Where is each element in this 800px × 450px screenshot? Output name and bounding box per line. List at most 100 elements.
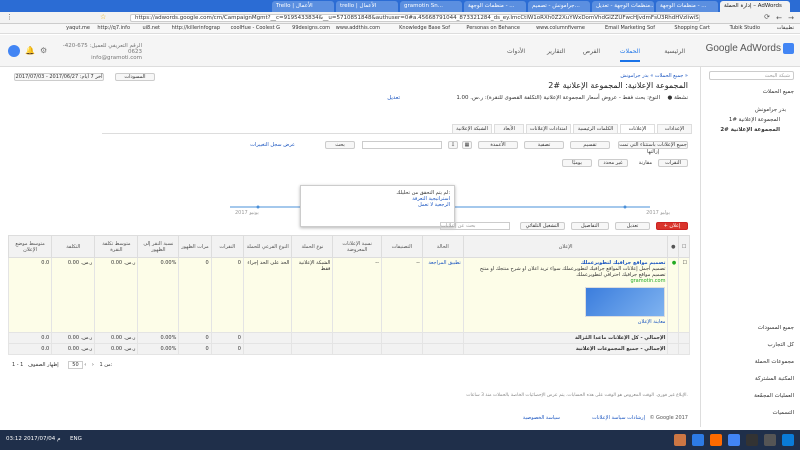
date-range-button[interactable]: آخر 7 أيام: 2017/06/27 - 2017/07/03 bbox=[14, 73, 104, 81]
back-icon[interactable]: → bbox=[788, 14, 794, 22]
bookmark[interactable]: ui8.net bbox=[142, 25, 160, 31]
browser-tab[interactable]: منظمات الوجهة - ... bbox=[464, 1, 526, 12]
account-info[interactable]: الرقم التعريفي للعميل: 675-420-0623 info… bbox=[62, 43, 142, 61]
avatar[interactable] bbox=[8, 45, 20, 57]
sidebar-item-experiments[interactable]: كل التجارب bbox=[768, 342, 794, 348]
url-field[interactable]: https://adwords.google.com/cm/CampaignMg… bbox=[130, 14, 700, 22]
ad-preview-link[interactable]: معاينة الإعلان bbox=[466, 319, 666, 325]
tab-keywords[interactable]: الكلمات الرئيسية bbox=[573, 124, 618, 134]
star-icon[interactable]: ☆ bbox=[100, 13, 106, 21]
pager-next-icon[interactable]: › bbox=[84, 362, 86, 368]
task-view-icon[interactable] bbox=[746, 434, 758, 446]
chrome-icon[interactable] bbox=[728, 434, 740, 446]
search-icon[interactable] bbox=[764, 434, 776, 446]
sidebar-item-adgroup-1[interactable]: المجموعة الإعلانية #1 bbox=[729, 117, 780, 123]
app-icon[interactable] bbox=[674, 434, 686, 446]
sidebar-item-campaign-groups[interactable]: مجموعات الحملة bbox=[755, 359, 794, 365]
column-header[interactable]: نوع الحملة bbox=[291, 235, 334, 258]
browser-tab[interactable]: إدارة الحملة – AdWords bbox=[720, 1, 790, 12]
footer-link-policy[interactable]: إرشادات سياسة الإعلانات bbox=[592, 415, 645, 421]
tab-display-network[interactable]: الشبكة الإعلانية bbox=[452, 124, 492, 134]
edit-dropdown[interactable]: تعديل bbox=[615, 222, 650, 230]
sidebar-item-adgroup-2[interactable]: المجموعة الإعلانية #2 bbox=[720, 127, 780, 133]
start-icon[interactable] bbox=[782, 434, 794, 446]
none-metric-dropdown[interactable]: غير محدد bbox=[598, 159, 628, 167]
bookmark[interactable]: coolHue - Coolest G bbox=[231, 25, 280, 31]
tab-ads[interactable]: الإعلانات bbox=[620, 124, 655, 134]
view-history-link[interactable]: عرض سجل التغييرات bbox=[250, 142, 295, 148]
nav-tools[interactable]: الأدوات bbox=[507, 48, 525, 55]
sidebar-item-all-campaigns[interactable]: جميع الحملات bbox=[763, 89, 794, 95]
nav-home[interactable]: الرئيسية bbox=[664, 48, 685, 55]
tab-dimensions[interactable]: الأبعاد bbox=[494, 124, 524, 134]
clock[interactable]: 03:12 م 2017/07/04 bbox=[6, 436, 60, 442]
browser-tab[interactable]: trello | الأعمال bbox=[336, 1, 398, 12]
bookmark[interactable]: Shopping Cart bbox=[674, 25, 710, 31]
sidebar-item-campaign[interactable]: بدر جرامونش bbox=[755, 107, 786, 113]
sidebar-search[interactable]: شبكة البحث bbox=[709, 71, 794, 80]
select-all-checkbox[interactable]: ☐ bbox=[678, 235, 690, 258]
column-header[interactable]: النوع الفرعي للحملة bbox=[242, 235, 293, 258]
gear-icon[interactable]: ⚙ bbox=[40, 46, 47, 55]
adwords-logo[interactable]: Google AdWords bbox=[706, 43, 794, 54]
tooltip-item[interactable]: الرجعية لا تعمل bbox=[305, 202, 450, 208]
search-input[interactable] bbox=[362, 141, 442, 149]
column-header[interactable]: الحالة bbox=[421, 235, 464, 258]
tab-ad-extensions[interactable]: امتدادات الإعلانات bbox=[526, 124, 571, 134]
bookmark[interactable]: www.columnfiveme bbox=[536, 25, 585, 31]
browser-tab[interactable]: جرامونش - تصميم... bbox=[528, 1, 590, 12]
sidebar-item-bulk-operations[interactable]: العمليات المجمّعة bbox=[754, 393, 794, 399]
column-header[interactable]: التكلفة bbox=[51, 235, 96, 258]
menu-icon[interactable]: ⋮ bbox=[6, 13, 13, 21]
notifications-icon[interactable]: 🔔 bbox=[25, 46, 35, 55]
sidebar-item-shared-library[interactable]: المكتبة المشتركة bbox=[755, 376, 794, 382]
details-dropdown[interactable]: التفاصيل bbox=[571, 222, 609, 230]
column-header[interactable]: النقرات bbox=[210, 235, 244, 258]
language-indicator[interactable]: ENG bbox=[70, 436, 82, 442]
sidebar-item-drafts[interactable]: جميع المسودات bbox=[758, 325, 794, 331]
reload-icon[interactable]: ⟳ bbox=[764, 13, 770, 21]
sidebar-item-labels[interactable]: التسميات bbox=[773, 410, 794, 416]
breadcrumb[interactable]: جميع الحملات » بدر جرامونش » bbox=[620, 73, 688, 79]
pager-size[interactable]: 50 bbox=[68, 361, 83, 369]
bookmark[interactable]: Tubik Studio bbox=[730, 25, 760, 31]
app-icon[interactable] bbox=[710, 434, 722, 446]
search-button[interactable]: بحث bbox=[325, 141, 355, 149]
new-ad-button[interactable]: + إعلان bbox=[656, 222, 688, 230]
bookmark[interactable]: yaqut.me bbox=[66, 25, 90, 31]
bookmark[interactable]: Email Marketing Sof bbox=[605, 25, 655, 31]
column-header[interactable]: نسبة الإعلانات المعروضة bbox=[332, 235, 382, 258]
browser-tab[interactable]: Trello | الأعمال bbox=[272, 1, 334, 12]
clicks-metric-dropdown[interactable]: النقرات bbox=[658, 159, 688, 167]
bookmark[interactable]: http://q7.info bbox=[97, 25, 130, 31]
footer-link-privacy[interactable]: سياسة الخصوصية bbox=[523, 415, 560, 421]
filter-dropdown[interactable]: تصفية bbox=[524, 141, 564, 149]
bookmark[interactable]: Personas on Behance bbox=[466, 25, 520, 31]
pager-prev-icon[interactable]: ‹ bbox=[92, 362, 94, 368]
row-checkbox[interactable]: ☐ bbox=[678, 257, 690, 333]
cell-status[interactable]: تطبيق المراجعة bbox=[421, 257, 464, 333]
weekly-dropdown[interactable]: يوميًا bbox=[562, 159, 592, 167]
filter-all-dropdown[interactable]: جميع الإعلانات باستثناء التي تمت إزالتها bbox=[618, 141, 688, 155]
automate-dropdown[interactable]: التشغيل التلقائي bbox=[520, 222, 565, 230]
drafts-button[interactable]: المسودات bbox=[115, 73, 155, 81]
segment-dropdown[interactable]: تقسيم bbox=[570, 141, 610, 149]
forward-icon[interactable]: ← bbox=[776, 14, 782, 22]
download-icon[interactable]: ⇩ bbox=[448, 141, 458, 149]
browser-tab[interactable]: منظمات الوجهة - ... bbox=[656, 1, 718, 12]
nav-opportunities[interactable]: الفرص bbox=[583, 48, 600, 55]
columns-dropdown[interactable]: الأعمدة bbox=[478, 141, 518, 149]
tab-settings[interactable]: الإعدادات bbox=[657, 124, 692, 134]
bookmark[interactable]: تطبيقات bbox=[777, 25, 794, 31]
nav-reports[interactable]: التقارير bbox=[547, 48, 565, 55]
column-header[interactable]: مرات الظهور bbox=[178, 235, 212, 258]
bookmark[interactable]: Knowledge Base Sof bbox=[399, 25, 450, 31]
column-header[interactable]: نسبة النقر إلى الظهور bbox=[137, 235, 180, 258]
bookmark[interactable]: www.addthis.com bbox=[336, 25, 380, 31]
browser-tab[interactable]: gramotin Sn... bbox=[400, 1, 462, 12]
column-header[interactable]: الإعلان bbox=[462, 235, 669, 258]
app-icon[interactable] bbox=[692, 434, 704, 446]
edit-link[interactable]: تعديل bbox=[387, 95, 400, 101]
chart-icon[interactable]: ▦ bbox=[462, 141, 472, 149]
browser-tab[interactable]: منظمات الوجهة - تعديل... bbox=[592, 1, 654, 12]
